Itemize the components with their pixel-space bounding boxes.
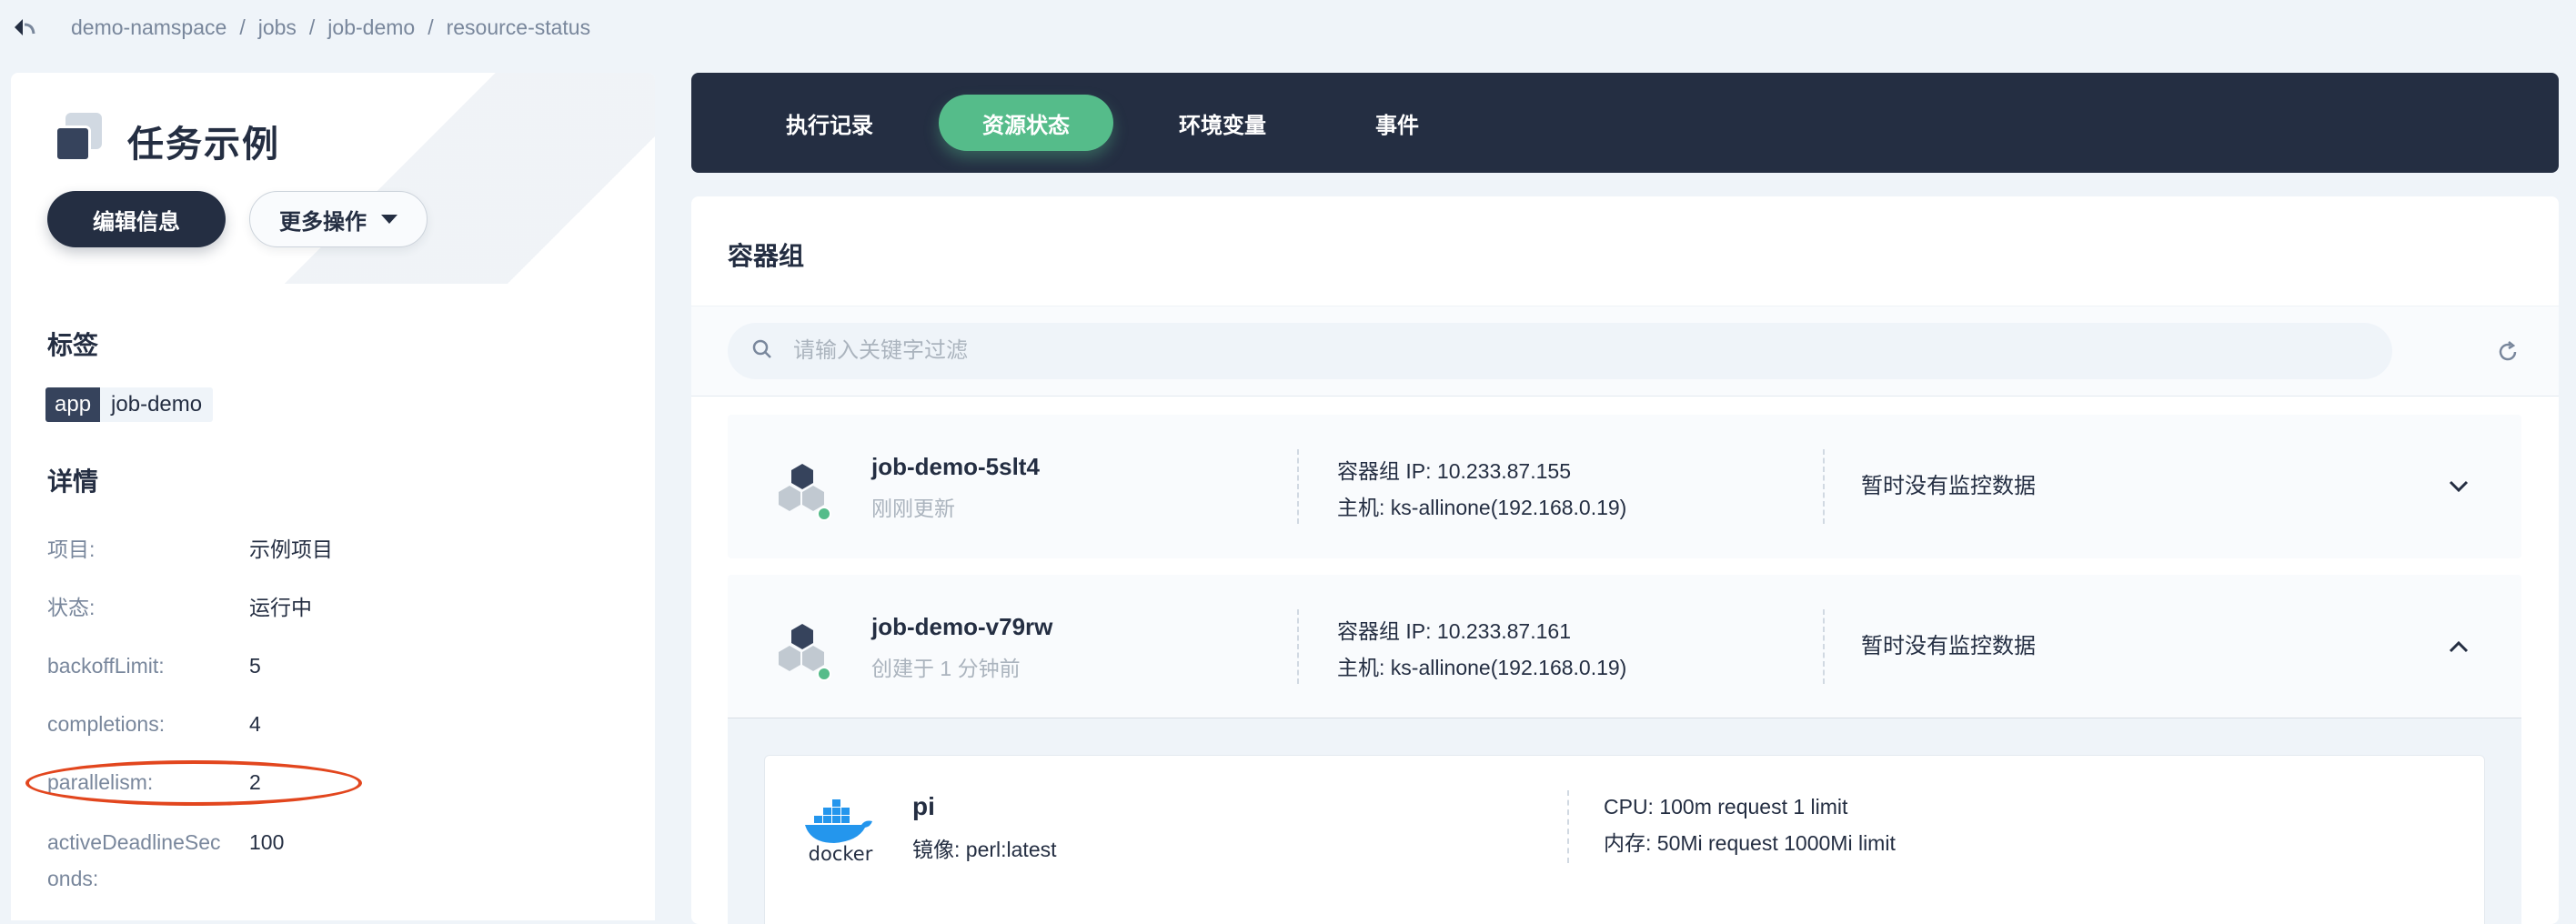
breadcrumb-current: resource-status <box>446 15 591 39</box>
container-memory: 内存: 50Mi request 1000Mi limit <box>1604 831 1896 855</box>
back-icon[interactable] <box>13 15 36 39</box>
container-resources: CPU: 100m request 1 limit 内存: 50Mi reque… <box>1604 788 1896 861</box>
more-actions-label: 更多操作 <box>279 209 367 235</box>
pods-section-title: 容器组 <box>728 242 805 270</box>
pods-toolbar <box>691 306 2559 397</box>
tab-environment-variables[interactable]: 环境变量 <box>1135 95 1310 151</box>
breadcrumb-separator: / <box>428 15 434 39</box>
details-heading: 详情 <box>47 467 99 496</box>
detail-label: completions: <box>47 712 166 736</box>
breadcrumb: demo-namspace / jobs / job-demo / resour… <box>13 9 590 45</box>
pod-monitor-status: 暂时没有监控数据 <box>1861 474 2036 498</box>
label-tag: app job-demo <box>45 387 214 422</box>
breadcrumb-job[interactable]: job-demo <box>327 15 415 40</box>
tab-events[interactable]: 事件 <box>1332 95 1463 151</box>
page-title: 任务示例 <box>127 125 280 165</box>
detail-label: 项目: <box>47 537 96 561</box>
divider <box>1823 609 1825 684</box>
detail-value: 5 <box>249 654 261 678</box>
pod-row[interactable]: job-demo-5slt4 刚刚更新 容器组 IP: 10.233.87.15… <box>728 415 2521 558</box>
search-input[interactable] <box>791 337 2247 365</box>
divider <box>1567 790 1569 863</box>
docker-logo-text: docker <box>809 843 873 863</box>
edit-info-button[interactable]: 编辑信息 <box>47 191 226 247</box>
title-row: 任务示例 <box>51 113 280 169</box>
detail-value: 示例项目 <box>249 537 333 561</box>
more-actions-button[interactable]: 更多操作 <box>249 191 428 247</box>
pod-host: 主机: ks-allinone(192.168.0.19) <box>1337 496 1627 519</box>
search-box[interactable] <box>728 323 2392 379</box>
docker-icon: docker <box>801 796 880 865</box>
tag-key: app <box>45 387 101 422</box>
tag-value: job-demo <box>100 387 214 422</box>
tab-execution-records[interactable]: 执行记录 <box>742 95 917 151</box>
annotation-ellipse <box>25 760 362 806</box>
chevron-down-icon[interactable] <box>2447 475 2470 498</box>
job-details-panel: 标签 app job-demo 详情 项目: 示例项目 状态: 运行中 back… <box>11 284 655 920</box>
pod-monitor-status: 暂时没有监控数据 <box>1861 634 2036 658</box>
header-actions: 编辑信息 更多操作 <box>47 191 428 247</box>
detail-label-line1: activeDeadlineSec <box>47 830 221 854</box>
pod-ip: 容器组 IP: 10.233.87.161 <box>1337 619 1571 643</box>
breadcrumb-separator: / <box>239 15 246 39</box>
pod-row[interactable]: job-demo-v79rw 创建于 1 分钟前 容器组 IP: 10.233.… <box>728 575 2521 718</box>
detail-label-line2: onds: <box>47 867 99 890</box>
task-icon <box>51 113 107 169</box>
header-decoration <box>273 73 655 291</box>
job-header-card: 任务示例 编辑信息 更多操作 <box>11 73 655 291</box>
detail-value: 4 <box>249 712 261 736</box>
detail-label: 状态: <box>47 596 96 619</box>
detail-row-completions: completions: 4 <box>47 706 629 742</box>
divider <box>1297 609 1299 684</box>
divider <box>1823 449 1825 524</box>
pod-name[interactable]: job-demo-5slt4 <box>871 453 1040 481</box>
pods-card: 容器组 job-d <box>691 196 2559 924</box>
breadcrumb-namespace[interactable]: demo-namspace <box>71 15 226 40</box>
detail-row-backofflimit: backoffLimit: 5 <box>47 648 629 684</box>
breadcrumb-separator: / <box>308 15 316 39</box>
detail-row-activedeadlineseconds: activeDeadlineSec onds: 100 <box>47 824 629 897</box>
divider <box>1297 449 1299 524</box>
detail-label: activeDeadlineSec onds: <box>47 824 249 897</box>
container-card: docker pi 镜像: perl:latest CPU: 100m requ… <box>764 755 2485 924</box>
search-icon <box>751 338 773 365</box>
container-image: 镜像: perl:latest <box>912 838 1057 861</box>
pod-containers-area: docker pi 镜像: perl:latest CPU: 100m requ… <box>728 718 2521 924</box>
breadcrumb-jobs[interactable]: jobs <box>258 15 297 40</box>
pod-host: 主机: ks-allinone(192.168.0.19) <box>1337 656 1627 679</box>
pod-icon <box>773 622 831 682</box>
pod-network-info: 容器组 IP: 10.233.87.155 主机: ks-allinone(19… <box>1337 453 1626 526</box>
tab-resource-status[interactable]: 资源状态 <box>939 95 1113 151</box>
pod-update-time: 创建于 1 分钟前 <box>871 657 1021 680</box>
caret-down-icon <box>381 215 397 224</box>
labels-heading: 标签 <box>47 331 99 359</box>
detail-row-project: 项目: 示例项目 <box>47 531 629 567</box>
pod-update-time: 刚刚更新 <box>871 497 955 520</box>
pod-network-info: 容器组 IP: 10.233.87.161 主机: ks-allinone(19… <box>1337 613 1626 686</box>
detail-value: 100 <box>249 830 285 854</box>
container-name[interactable]: pi <box>912 792 935 821</box>
pod-ip: 容器组 IP: 10.233.87.155 <box>1337 459 1571 483</box>
tabs-bar: 执行记录 资源状态 环境变量 事件 <box>691 73 2559 173</box>
pod-icon <box>773 462 831 522</box>
container-cpu: CPU: 100m request 1 limit <box>1604 795 1848 819</box>
pod-name[interactable]: job-demo-v79rw <box>871 613 1052 641</box>
detail-row-status: 状态: 运行中 <box>47 589 629 626</box>
refresh-icon[interactable] <box>2493 337 2522 367</box>
detail-value: 运行中 <box>249 596 312 619</box>
detail-label: backoffLimit: <box>47 654 165 678</box>
chevron-up-icon[interactable] <box>2447 635 2470 658</box>
